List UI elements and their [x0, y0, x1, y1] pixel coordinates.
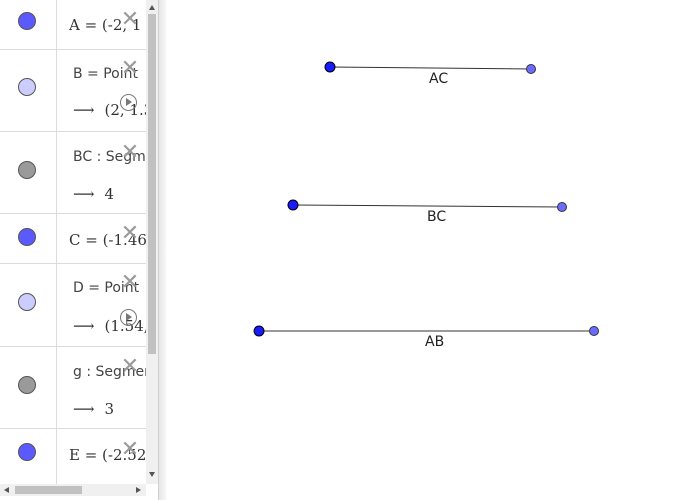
close-icon[interactable]: ✕ [120, 439, 140, 461]
segment-bc[interactable]: BC [287, 199, 567, 225]
close-icon[interactable]: ✕ [120, 58, 140, 80]
scroll-down-icon[interactable] [149, 472, 155, 477]
algebra-row-bc[interactable]: BC : Segm ⟶ 4 ✕ [0, 132, 146, 214]
visibility-toggle-d[interactable] [18, 293, 36, 311]
algebra-row-c[interactable]: C = (-1.46 ✕ [0, 214, 147, 264]
segment-label-bc: BC [427, 209, 446, 225]
point-f[interactable] [589, 326, 599, 336]
algebra-row-b[interactable]: B = Point ⟶ (2, 1.3 ✕ [0, 50, 153, 132]
scroll-left-icon[interactable] [4, 487, 9, 493]
play-icon[interactable] [120, 309, 137, 326]
close-icon[interactable]: ✕ [120, 142, 140, 164]
output-value: 4 [104, 185, 115, 203]
point-c[interactable] [287, 199, 299, 211]
visibility-toggle-c[interactable] [18, 228, 36, 246]
algebra-output-bc: ⟶ 4 [73, 185, 114, 203]
close-icon[interactable]: ✕ [120, 356, 140, 378]
arrow-icon: ⟶ [73, 101, 95, 119]
algebra-row-d[interactable]: D = Point ⟶ (1.54, ✕ [0, 264, 149, 347]
algebra-output-b: ⟶ (2, 1.3 [73, 101, 153, 119]
algebra-definition-g[interactable]: g : Segmen [73, 364, 153, 380]
point-b[interactable] [526, 64, 536, 74]
visibility-toggle-b[interactable] [18, 78, 36, 96]
segment-ac[interactable]: AC [324, 61, 536, 87]
algebra-view: A = (-2, 1 ✕ B = Point ⟶ (2, 1.3 ✕ BC : S… [0, 0, 158, 498]
graphics-canvas[interactable]: AC BC AB [166, 0, 700, 500]
algebra-row-e[interactable]: E = (-2.52 ✕ [0, 429, 146, 489]
close-icon[interactable]: ✕ [120, 9, 140, 31]
visibility-toggle-e[interactable] [18, 443, 36, 461]
segment-line[interactable] [292, 204, 563, 208]
visibility-toggle-a[interactable] [18, 12, 36, 30]
play-icon[interactable] [120, 94, 137, 111]
segment-label-ab: AB [425, 334, 444, 350]
segment-ab[interactable]: AB [253, 325, 599, 350]
output-value: 3 [104, 400, 115, 418]
vertical-scrollbar[interactable] [146, 0, 158, 484]
horizontal-scroll-thumb[interactable] [15, 486, 82, 494]
vertical-scroll-thumb[interactable] [148, 14, 156, 354]
algebra-row-g[interactable]: g : Segmen ⟶ 3 ✕ [0, 347, 153, 429]
algebra-output-d: ⟶ (1.54, [73, 317, 149, 335]
point-a[interactable] [324, 61, 336, 73]
graphics-view[interactable]: AC BC AB [166, 0, 700, 500]
point-e[interactable] [253, 325, 265, 337]
segment-label-ac: AC [429, 71, 448, 87]
close-icon[interactable]: ✕ [120, 223, 140, 245]
horizontal-scrollbar[interactable] [0, 484, 146, 496]
arrow-icon: ⟶ [73, 185, 95, 203]
scroll-up-icon[interactable] [149, 5, 155, 10]
visibility-toggle-g[interactable] [18, 376, 36, 394]
visibility-toggle-bc[interactable] [18, 161, 36, 179]
scroll-right-icon[interactable] [136, 487, 141, 493]
close-icon[interactable]: ✕ [120, 272, 140, 294]
point-d[interactable] [557, 202, 567, 212]
algebra-row-a[interactable]: A = (-2, 1 ✕ [0, 0, 146, 50]
algebra-output-g: ⟶ 3 [73, 400, 114, 418]
arrow-icon: ⟶ [73, 400, 95, 418]
segment-line[interactable] [329, 66, 532, 70]
arrow-icon: ⟶ [73, 317, 95, 335]
view-divider[interactable] [158, 0, 166, 500]
